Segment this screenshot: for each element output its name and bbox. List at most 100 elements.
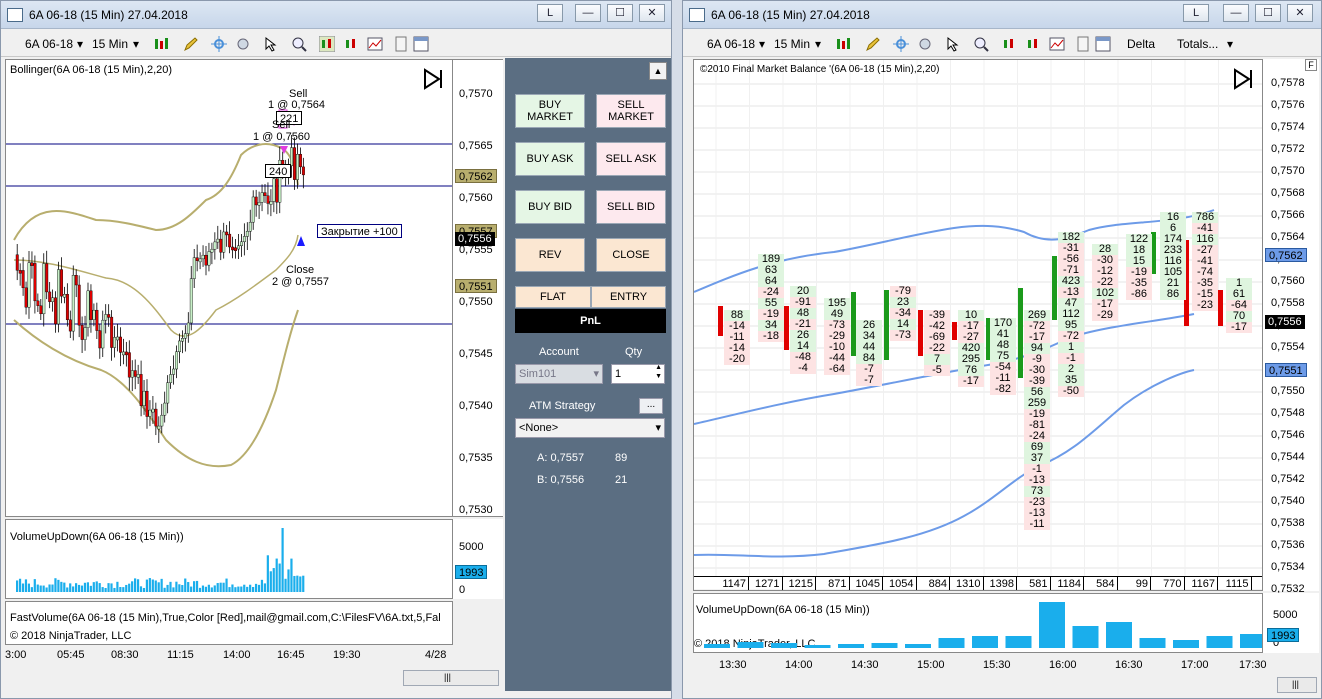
qty-spinner-icon[interactable]: ▲ ▼: [655, 363, 662, 381]
close-position-button[interactable]: CLOSE: [596, 238, 666, 272]
instrument-selector[interactable]: 6A 06-18: [25, 37, 73, 51]
left-title-bar[interactable]: 6A 06-18 (15 Min) 27.04.2018 L — ☐ ✕: [1, 1, 671, 29]
fmb-indicator-label: ©2010 Final Market Balance '(6A 06-18 (1…: [700, 64, 940, 75]
atm-strategy-select[interactable]: <None> ▾: [515, 418, 665, 438]
zoom-icon[interactable]: [291, 36, 307, 52]
volume-bar: [30, 587, 33, 592]
data-box-icon[interactable]: [1075, 36, 1091, 52]
volume-bar: [18, 578, 22, 592]
delta-selector[interactable]: Delta: [1127, 37, 1155, 51]
indicators-icon[interactable]: [1025, 36, 1041, 52]
properties-icon[interactable]: [413, 36, 429, 52]
candle: [68, 319, 72, 332]
left-price-chart[interactable]: Bollinger(6A 06-18 (15 Min),2,20) Sell 1…: [5, 59, 453, 517]
strategy-icon[interactable]: [367, 36, 383, 52]
sell-bid-button[interactable]: SELL BID: [596, 190, 666, 224]
chart-style-icon[interactable]: [1001, 36, 1017, 52]
totals-cell: 1147: [716, 577, 749, 590]
minimize-button[interactable]: —: [575, 4, 601, 22]
right-scrollbar[interactable]: |||: [1277, 677, 1317, 693]
crosshair-icon[interactable]: [211, 36, 227, 52]
collapse-up-icon[interactable]: ▲: [649, 62, 667, 80]
footprint-candle-body: [918, 310, 923, 356]
buy-market-button[interactable]: BUY MARKET: [515, 94, 585, 128]
chart-style-icon[interactable]: [319, 36, 335, 52]
timeframe-dropdown-icon[interactable]: ▾: [133, 37, 139, 51]
minimize-button[interactable]: —: [1223, 4, 1249, 22]
sell-market-button[interactable]: SELL MARKET: [596, 94, 666, 128]
price-tick-label: 0,7565: [459, 140, 493, 152]
candle: [15, 254, 19, 271]
price-tick-label: 0,7570: [1271, 165, 1305, 177]
maximize-button[interactable]: ☐: [607, 4, 633, 22]
footprint-candle-body: [784, 306, 789, 350]
pointer-icon[interactable]: [945, 36, 961, 52]
properties-icon[interactable]: [1095, 36, 1111, 52]
candle: [219, 238, 223, 253]
candle: [234, 247, 238, 251]
right-price-axis: F 0,7578 0,7576 0,7574 0,7572 0,7570 0,7568 0,…: [1263, 59, 1319, 595]
sell-ask-button[interactable]: SELL ASK: [596, 142, 666, 176]
price-tick-label: 0,7538: [1271, 517, 1305, 529]
right-volume-panel[interactable]: VolumeUpDown(6A 06-18 (15 Min)) © 2018 N…: [693, 593, 1263, 653]
left-scrollbar[interactable]: |||: [403, 670, 499, 686]
totals-cell: 1271: [750, 577, 783, 590]
candle: [151, 408, 155, 413]
volume-bar: [77, 584, 81, 592]
volume-bar: [45, 587, 48, 592]
pnl-display: PnL: [515, 309, 666, 333]
right-title-bar[interactable]: 6A 06-18 (15 Min) 27.04.2018 L — ☐ ✕: [683, 1, 1321, 29]
volume-bar: [222, 582, 225, 592]
buy-ask-button[interactable]: BUY ASK: [515, 142, 585, 176]
qty-input[interactable]: 1 ▲ ▼: [611, 364, 665, 384]
volume-bar: [1173, 640, 1199, 648]
play-forward-icon[interactable]: [422, 68, 444, 90]
f-label[interactable]: F: [1305, 59, 1317, 71]
footprint-chart[interactable]: ©2010 Final Market Balance '(6A 06-18 (1…: [693, 59, 1263, 591]
link-button[interactable]: L: [537, 4, 563, 22]
timeframe-selector[interactable]: 15 Min: [92, 37, 128, 51]
time-tick-label: 11:15: [167, 649, 194, 661]
atm-settings-button[interactable]: ...: [639, 398, 663, 414]
flat-button[interactable]: FLAT: [515, 286, 591, 308]
tool-icon[interactable]: [235, 36, 251, 52]
pointer-icon[interactable]: [263, 36, 279, 52]
draw-pencil-icon[interactable]: [183, 36, 199, 52]
volume-bar: [1206, 636, 1233, 648]
candle: [257, 202, 261, 206]
tool-icon[interactable]: [917, 36, 933, 52]
bar-type-icon[interactable]: [835, 36, 851, 52]
instrument-dropdown-icon[interactable]: ▾: [77, 37, 83, 51]
totals-dropdown-icon[interactable]: ▾: [1227, 37, 1233, 51]
play-forward-icon[interactable]: [1232, 68, 1254, 90]
timeframe-selector[interactable]: 15 Min: [774, 37, 810, 51]
instrument-dropdown-icon[interactable]: ▾: [759, 37, 765, 51]
entry-button[interactable]: ENTRY: [591, 286, 666, 308]
account-select[interactable]: Sim101 ▾: [515, 364, 603, 384]
draw-pencil-icon[interactable]: [865, 36, 881, 52]
volume-bar: [89, 585, 92, 592]
footprint-cell: -7: [856, 375, 882, 386]
data-box-icon[interactable]: [393, 36, 409, 52]
link-button[interactable]: L: [1183, 4, 1209, 22]
time-tick-label: 17:30: [1239, 659, 1267, 671]
zoom-icon[interactable]: [973, 36, 989, 52]
sell-annotation-2-detail: 1 @ 0,7560: [253, 131, 311, 143]
candle: [121, 351, 125, 356]
instrument-selector[interactable]: 6A 06-18: [707, 37, 755, 51]
left-volume-panel[interactable]: VolumeUpDown(6A 06-18 (15 Min)): [5, 519, 453, 599]
price-tick-label: 0,7570: [459, 88, 493, 100]
reverse-button[interactable]: REV: [515, 238, 585, 272]
bar-type-icon[interactable]: [153, 36, 169, 52]
timeframe-dropdown-icon[interactable]: ▾: [815, 37, 821, 51]
crosshair-icon[interactable]: [893, 36, 909, 52]
strategy-icon[interactable]: [1049, 36, 1065, 52]
volume-bar: [771, 643, 797, 648]
totals-selector[interactable]: Totals...: [1177, 37, 1218, 51]
buy-bid-button[interactable]: BUY BID: [515, 190, 585, 224]
maximize-button[interactable]: ☐: [1255, 4, 1281, 22]
close-window-button[interactable]: ✕: [639, 4, 665, 22]
price-tick-label: 0,7554: [1271, 341, 1305, 353]
close-window-button[interactable]: ✕: [1287, 4, 1313, 22]
indicators-icon[interactable]: [343, 36, 359, 52]
